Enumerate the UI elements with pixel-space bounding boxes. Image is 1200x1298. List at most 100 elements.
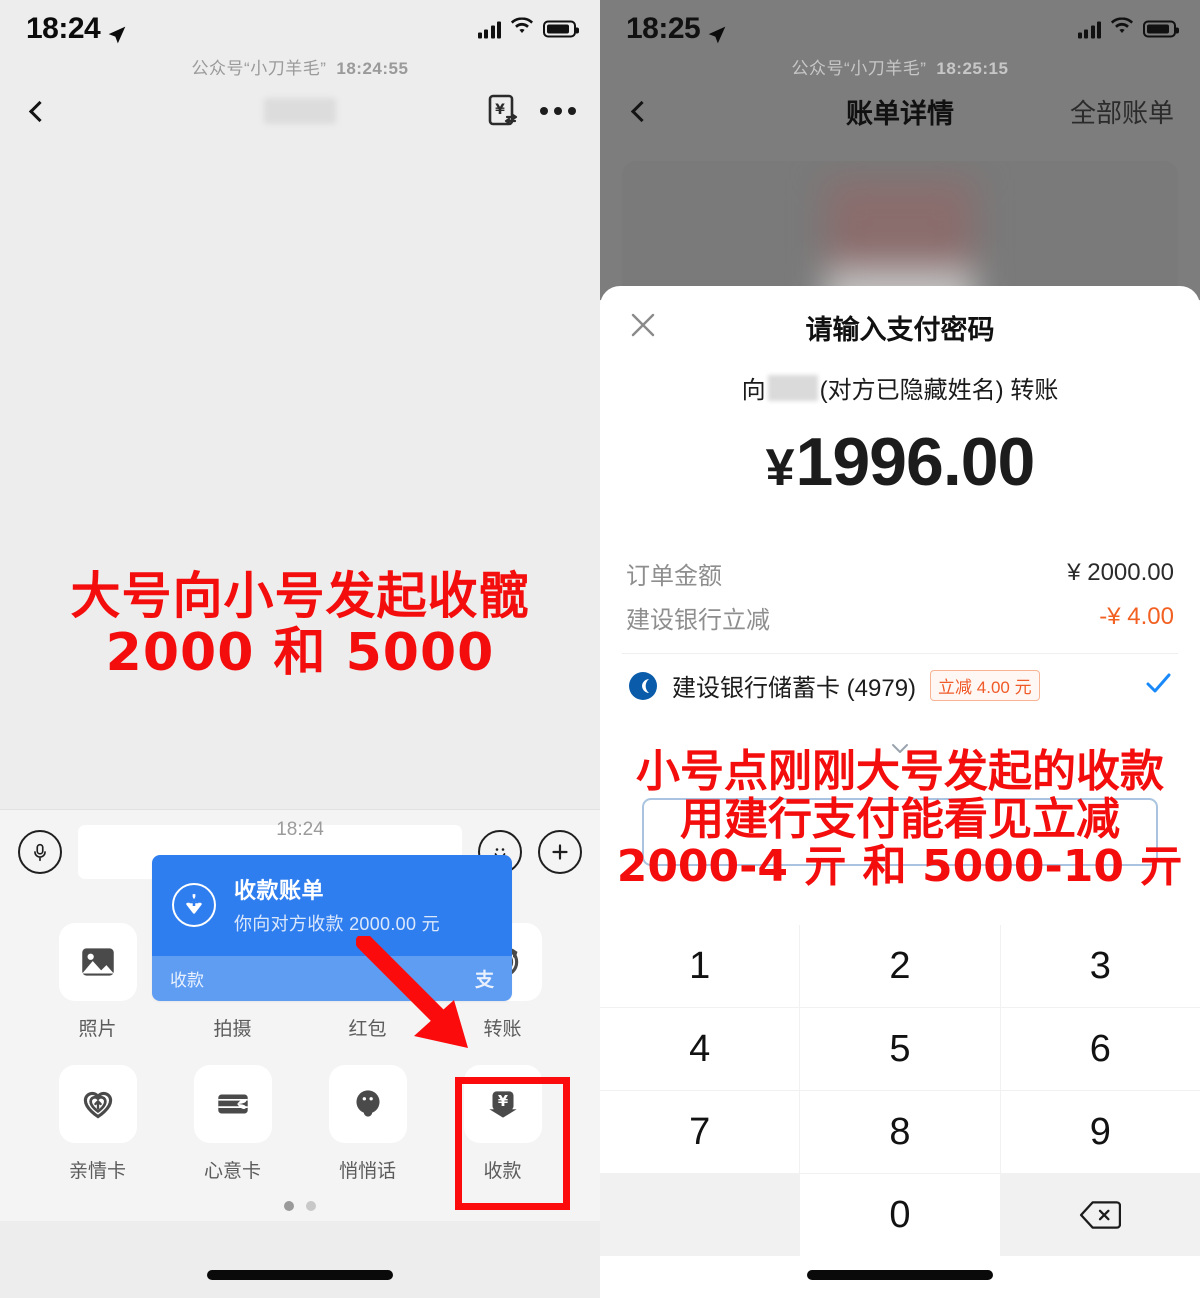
chevron-left-icon[interactable] (28, 100, 51, 122)
numeric-keypad: 1 2 3 4 5 6 7 8 9 0 (600, 925, 1200, 1256)
key-0[interactable]: 0 (800, 1174, 1000, 1256)
location-arrow-icon (707, 19, 727, 44)
backspace-icon[interactable] (1000, 1174, 1200, 1256)
right-annotation-line2: 用建行支付能看见立减 (680, 793, 1120, 845)
key-blank (600, 1174, 800, 1256)
left-screen-chat: 18:24 公众号“小刀羊毛” 18:24:55 ¥ 大号向小号发起收髋 200… (0, 0, 600, 1298)
photo-icon (58, 923, 137, 1001)
breakdown-value: -¥ 4.00 (1099, 603, 1174, 630)
right-annotation-text: 小号点刚刚大号发起的收款 用建行支付能看见立减 2000-4 亓 和 5000-… (600, 748, 1200, 891)
panel-item-label: 转账 (483, 1019, 522, 1040)
gift-card-icon (193, 1065, 272, 1143)
panel-item-gift-card[interactable]: 心意卡 (165, 1051, 300, 1189)
panel-item-label: 红包 (348, 1019, 387, 1040)
more-dots-icon[interactable] (540, 107, 576, 115)
page-dot-2[interactable] (306, 1201, 316, 1211)
panel-item-receive-money[interactable]: ¥ 收款 (435, 1051, 570, 1189)
breakdown-label: 订单金额 (626, 562, 722, 590)
key-3[interactable]: 3 (1000, 925, 1200, 1007)
currency-symbol: ¥ (765, 439, 795, 497)
left-status-indicators (477, 17, 579, 41)
all-bills-link[interactable]: 全部账单 (1070, 93, 1174, 130)
transfer-to-prefix: 向 (741, 377, 766, 404)
key-4[interactable]: 4 (600, 1008, 800, 1090)
location-arrow-icon (107, 19, 127, 44)
panel-item-photo[interactable]: 照片 (30, 909, 165, 1047)
chat-title-blurred (264, 98, 336, 124)
breakdown-label: 建设银行立减 (626, 606, 770, 634)
page-title: 账单详情 (846, 98, 954, 129)
left-annotation-line2: 2000 和 5000 (105, 623, 495, 683)
page-dot-1[interactable] (284, 1201, 294, 1211)
panel-item-label: 亲情卡 (68, 1161, 126, 1182)
panel-item-family-card[interactable]: 亲情卡 (30, 1051, 165, 1189)
breakdown-value: ¥ 2000.00 (1067, 559, 1174, 586)
sheet-title: 请输入支付密码 (805, 315, 995, 345)
battery-icon (1143, 20, 1179, 38)
panel-item-label: 拍摄 (213, 1019, 252, 1040)
message-timestamp: 18:24 (276, 819, 324, 840)
right-annotation-line1: 小号点刚刚大号发起的收款 (636, 746, 1164, 797)
right-watermark-time: 18:25:15 (936, 59, 1009, 78)
svg-text:¥: ¥ (495, 102, 505, 118)
right-status-bar: 18:25 (600, 0, 1200, 58)
bubble-subtitle: 你向对方收款 2000.00 元 (234, 914, 440, 934)
svg-text:¥: ¥ (497, 1093, 508, 1110)
close-x-icon[interactable] (628, 310, 658, 340)
right-home-indicator (807, 1270, 993, 1280)
right-screen-payment: 18:25 公众号“小刀羊毛” 18:25:15 账单详情 全部账单 请输入支付… (600, 0, 1200, 1298)
right-nav-bar: 账单详情 全部账单 (600, 79, 1200, 143)
bubble-footer-label: 收款 (170, 971, 204, 990)
panel-item-whisper[interactable]: 悄悄话 (300, 1051, 435, 1189)
panel-page-dots (0, 1201, 600, 1211)
signal-icon (477, 20, 501, 38)
alipay-brand-icon: 支 (474, 970, 494, 991)
left-status-time: 18:24 (26, 12, 101, 45)
key-7[interactable]: 7 (600, 1091, 800, 1173)
bubble-texts: 收款账单 你向对方收款 2000.00 元 (234, 873, 440, 936)
receive-bill-bubble[interactable]: ¥ 收款账单 你向对方收款 2000.00 元 收款 支 (152, 855, 512, 1001)
payment-method-row[interactable]: 建设银行储蓄卡 (4979) 立减 4.00 元 (622, 653, 1178, 717)
panel-item-label: 悄悄话 (338, 1161, 396, 1182)
key-6[interactable]: 6 (1000, 1008, 1200, 1090)
right-watermark-account: 公众号“小刀羊毛” (791, 59, 927, 78)
panel-item-label: 收款 (483, 1161, 522, 1182)
recipient-name-blurred (767, 374, 818, 401)
left-annotation-text: 大号向小号发起收髋 2000 和 5000 (0, 568, 600, 682)
left-status-time-group: 18:24 (26, 12, 127, 46)
receive-money-icon: ¥ (463, 1065, 542, 1143)
bubble-footer: 收款 支 (152, 956, 512, 1001)
left-home-indicator (207, 1270, 393, 1280)
left-watermark-account: 公众号“小刀羊毛” (191, 59, 327, 78)
chat-message-area: 大号向小号发起收髋 2000 和 5000 18:24 ¥ 收款账单 你向对方收… (0, 143, 600, 1001)
dual-screenshot-container: 18:24 公众号“小刀羊毛” 18:24:55 ¥ 大号向小号发起收髋 200… (0, 0, 1200, 1298)
key-8[interactable]: 8 (800, 1091, 1000, 1173)
left-nav-actions: ¥ (488, 94, 576, 128)
right-status-indicators (1077, 17, 1179, 41)
transfer-bill-icon[interactable]: ¥ (488, 94, 518, 128)
svg-text:¥: ¥ (189, 893, 199, 909)
wifi-icon (1110, 17, 1134, 41)
right-annotation-line3: 2000-4 亓 和 5000-10 亓 (616, 841, 1184, 893)
key-9[interactable]: 9 (1000, 1091, 1200, 1173)
left-annotation-line1: 大号向小号发起收髋 (70, 567, 530, 625)
chevron-left-icon[interactable] (630, 100, 653, 122)
key-1[interactable]: 1 (600, 925, 800, 1007)
right-status-time-group: 18:25 (626, 12, 727, 46)
sheet-header: 请输入支付密码 (600, 286, 1200, 364)
key-2[interactable]: 2 (800, 925, 1000, 1007)
breakdown-row-discount: 建设银行立减 -¥ 4.00 (626, 595, 1174, 639)
left-status-bar: 18:24 (0, 0, 600, 58)
breakdown-row-order: 订单金额 ¥ 2000.00 (626, 551, 1174, 595)
amount-breakdown: 订单金额 ¥ 2000.00 建设银行立减 -¥ 4.00 (600, 551, 1200, 639)
right-status-time: 18:25 (626, 12, 701, 45)
card-name-label: 建设银行储蓄卡 (4979) (672, 675, 917, 702)
signal-icon (1077, 20, 1101, 38)
bubble-main: ¥ 收款账单 你向对方收款 2000.00 元 (152, 855, 512, 956)
transfer-to-suffix: (对方已隐藏姓名) 转账 (819, 377, 1059, 404)
ccb-bank-icon (628, 671, 658, 701)
discount-badge: 立减 4.00 元 (930, 670, 1040, 701)
key-5[interactable]: 5 (800, 1008, 1000, 1090)
left-nav-bar: ¥ (0, 79, 600, 143)
family-card-icon (58, 1065, 137, 1143)
